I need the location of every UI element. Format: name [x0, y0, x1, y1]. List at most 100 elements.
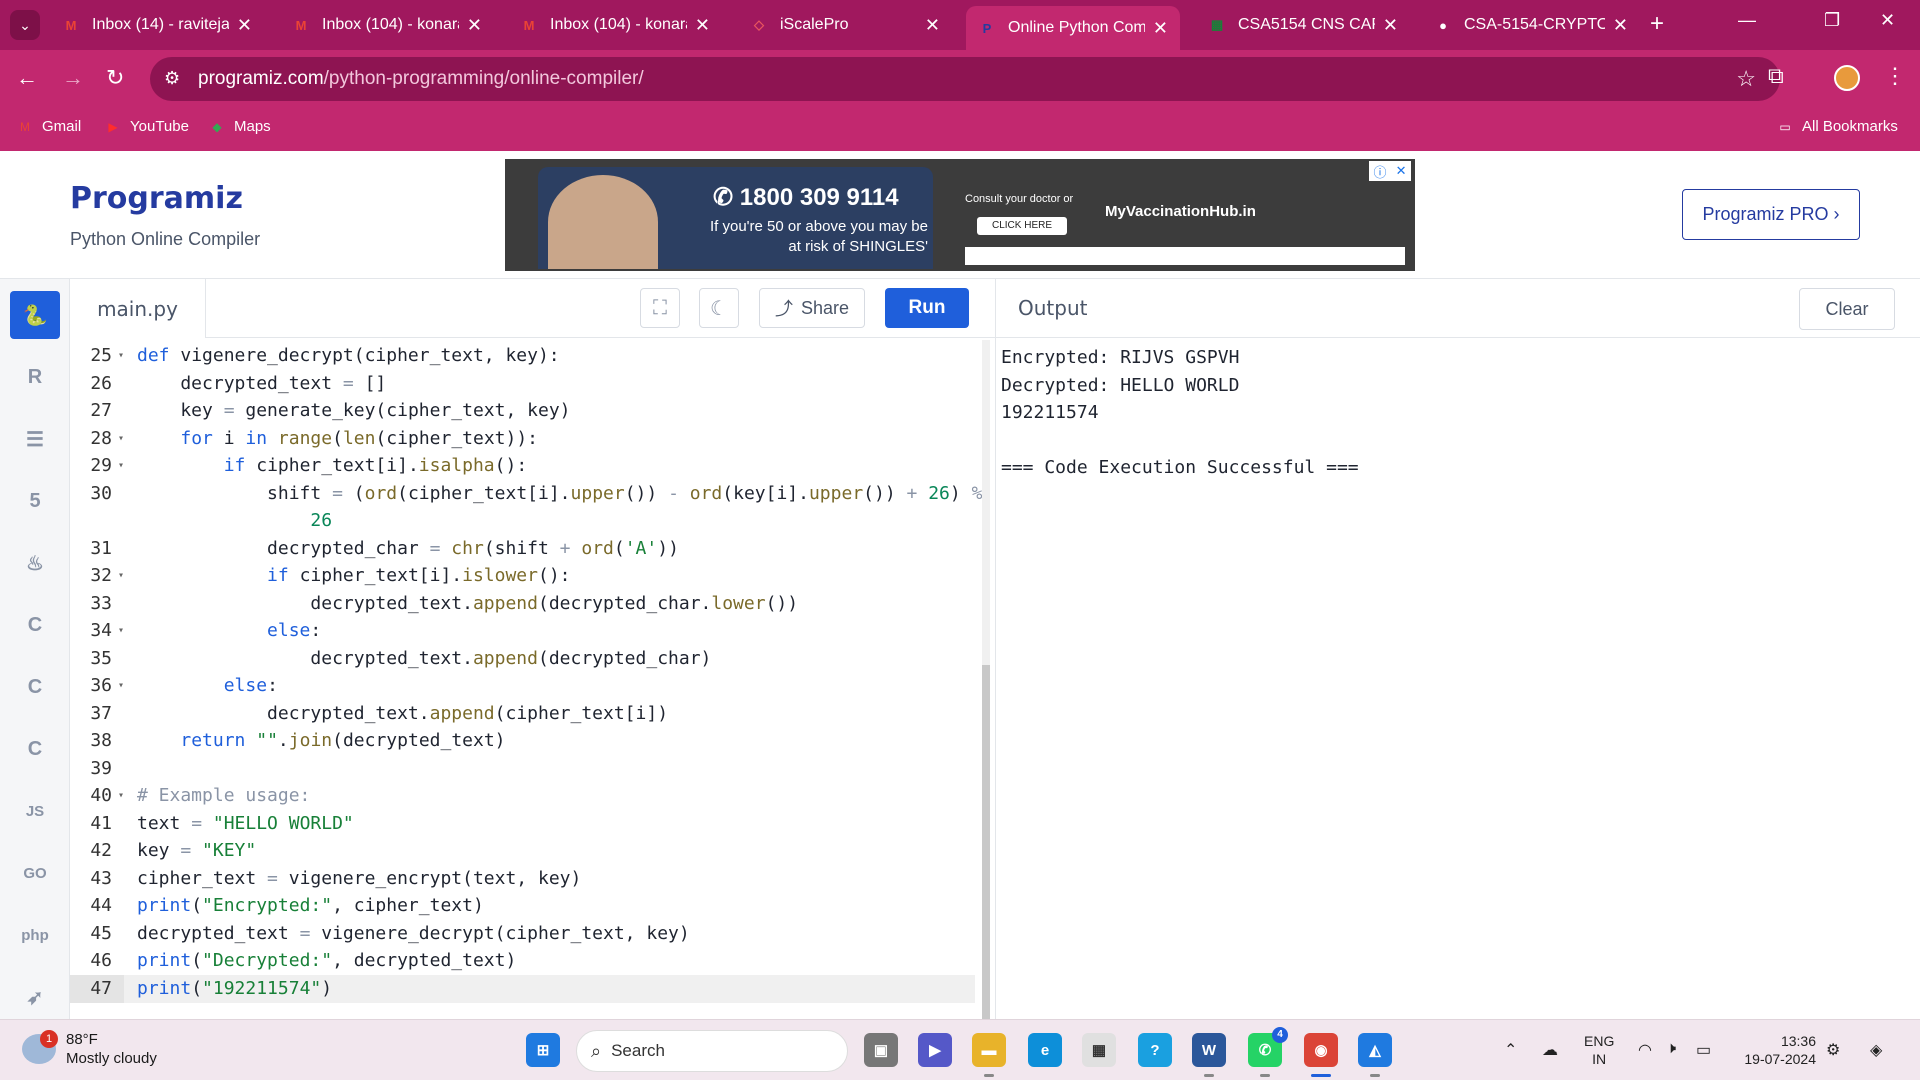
browser-tab[interactable]: ● CSA-5154-CRYPTOGI✕: [1422, 6, 1640, 44]
photos-icon[interactable]: ◭: [1358, 1033, 1392, 1077]
code-line[interactable]: 27 key = generate_key(cipher_text, key): [70, 397, 975, 425]
editor-scroll-thumb[interactable]: [982, 665, 990, 1019]
profile-avatar[interactable]: [1834, 65, 1860, 91]
battery-icon[interactable]: ▭: [1696, 1040, 1711, 1060]
fold-toggle-icon[interactable]: ▾: [118, 672, 124, 700]
code-line[interactable]: 31 decrypted_char = chr(shift + ord('A')…: [70, 535, 975, 563]
java-icon[interactable]: ♨: [10, 539, 60, 587]
code-line[interactable]: 33 decrypted_text.append(decrypted_char.…: [70, 590, 975, 618]
fold-toggle-icon[interactable]: ▾: [118, 425, 124, 453]
browser-tab[interactable]: ◇ iScalePro ✕: [738, 6, 952, 44]
tab-close-icon[interactable]: ✕: [229, 15, 252, 36]
notification-icon[interactable]: ⚙: [1826, 1040, 1840, 1060]
store-icon[interactable]: ▦: [1082, 1033, 1116, 1067]
code-editor[interactable]: 25 ▾ def vigenere_decrypt(cipher_text, key…: [70, 338, 995, 1019]
browser-tab[interactable]: ▦ CSA5154 CNS CAPST✕: [1196, 6, 1410, 44]
code-line[interactable]: 28 ▾ for i in range(len(cipher_text)):: [70, 425, 975, 453]
copilot-icon[interactable]: ◈: [1870, 1040, 1882, 1060]
bookmark-gmail[interactable]: M Gmail: [16, 118, 81, 135]
speaker-muted-icon[interactable]: 🕨: [1666, 1040, 1676, 1058]
python-icon[interactable]: 🐍: [10, 291, 60, 339]
dark-mode-button[interactable]: ☾: [699, 288, 739, 328]
code-line[interactable]: 30 shift = (ord(cipher_text[i].upper()) …: [70, 480, 982, 508]
code-line[interactable]: 40 ▾ # Example usage:: [70, 782, 975, 810]
fold-toggle-icon[interactable]: ▾: [118, 452, 124, 480]
help-icon[interactable]: ?: [1138, 1033, 1172, 1067]
task-view-icon[interactable]: ▣: [864, 1033, 898, 1067]
browser-tab[interactable]: M Inbox (104) - konarav ✕: [280, 6, 494, 44]
back-button[interactable]: ←: [16, 65, 38, 91]
code-line[interactable]: 25 ▾ def vigenere_decrypt(cipher_text, key…: [70, 342, 975, 370]
r-icon[interactable]: R: [10, 353, 60, 401]
tab-close-icon[interactable]: ✕: [1145, 18, 1168, 39]
html-icon[interactable]: 5: [10, 477, 60, 525]
restore-button[interactable]: ❐: [1824, 10, 1840, 31]
tab-close-icon[interactable]: ✕: [1605, 15, 1628, 36]
code-line[interactable]: 26: [70, 507, 975, 535]
ad-close-icon[interactable]: ✕: [1396, 163, 1407, 179]
csharp-icon[interactable]: C: [10, 725, 60, 773]
whatsapp-icon[interactable]: ✆ 4: [1248, 1027, 1288, 1077]
code-line[interactable]: 44 print("Encrypted:", cipher_text): [70, 892, 975, 920]
bookmark-youtube[interactable]: ▶ YouTube: [104, 118, 189, 135]
taskbar-search[interactable]: ⌕ Search: [576, 1030, 848, 1072]
browser-tab[interactable]: M Inbox (14) - ravitejaku✕: [50, 6, 264, 44]
cpp-icon[interactable]: C: [10, 663, 60, 711]
code-line[interactable]: 37 decrypted_text.append(cipher_text[i]): [70, 700, 975, 728]
language-indicator[interactable]: ENG IN: [1584, 1032, 1614, 1068]
ad-close-controls[interactable]: ⓘ ✕: [1369, 161, 1411, 181]
tray-overflow-icon[interactable]: ⌃: [1504, 1040, 1517, 1060]
weather-widget[interactable]: 1 88°F Mostly cloudy: [22, 1030, 157, 1068]
bookmark-maps[interactable]: ◆ Maps: [208, 118, 270, 135]
tab-close-icon[interactable]: ✕: [687, 15, 710, 36]
fold-toggle-icon[interactable]: ▾: [118, 562, 124, 590]
teams-icon[interactable]: ▶: [918, 1033, 952, 1067]
programiz-logo[interactable]: Programiz: [70, 181, 243, 216]
code-line[interactable]: 43 cipher_text = vigenere_encrypt(text, k…: [70, 865, 975, 893]
share-button[interactable]: ⤴ Share: [759, 288, 865, 328]
code-line[interactable]: 35 decrypted_text.append(decrypted_char): [70, 645, 975, 673]
tab-close-icon[interactable]: ✕: [1375, 15, 1398, 36]
code-line[interactable]: 34 ▾ else:: [70, 617, 975, 645]
extensions-icon[interactable]: ⧉: [1768, 63, 1784, 89]
fullscreen-button[interactable]: ⛶: [640, 288, 680, 328]
code-line[interactable]: 42 key = "KEY": [70, 837, 975, 865]
code-line[interactable]: 36 ▾ else:: [70, 672, 975, 700]
start-button[interactable]: ⊞: [526, 1033, 560, 1067]
tab-search-button[interactable]: ⌄: [10, 10, 40, 40]
all-bookmarks[interactable]: ▭ All Bookmarks: [1776, 118, 1898, 135]
reload-button[interactable]: ↻: [106, 65, 124, 91]
new-tab-button[interactable]: +: [1650, 10, 1664, 38]
tab-close-icon[interactable]: ✕: [917, 15, 940, 36]
edge-icon[interactable]: e: [1028, 1033, 1062, 1067]
code-line[interactable]: 32 ▾ if cipher_text[i].islower():: [70, 562, 975, 590]
forward-button[interactable]: →: [62, 65, 84, 91]
clock[interactable]: 13:36 19-07-2024: [1736, 1032, 1816, 1068]
code-line[interactable]: 45 decrypted_text = vigenere_decrypt(ciph…: [70, 920, 975, 948]
ad-info-icon[interactable]: ⓘ: [1374, 162, 1387, 181]
advertisement-banner[interactable]: ✆ 1800 309 9114 If you're 50 or above yo…: [505, 159, 1415, 271]
php-icon[interactable]: php: [10, 911, 60, 959]
go-icon[interactable]: GO: [10, 849, 60, 897]
sql-icon[interactable]: ☰: [10, 415, 60, 463]
swift-icon[interactable]: ➶: [10, 973, 60, 1021]
code-line[interactable]: 46 print("Decrypted:", decrypted_text): [70, 947, 975, 975]
fold-toggle-icon[interactable]: ▾: [118, 782, 124, 810]
file-tab-main[interactable]: main.py: [70, 279, 206, 338]
tab-close-icon[interactable]: ✕: [459, 15, 482, 36]
bookmark-star-icon[interactable]: ☆: [1736, 66, 1756, 92]
fold-toggle-icon[interactable]: ▾: [118, 617, 124, 645]
site-info-icon[interactable]: ⚙: [164, 68, 180, 89]
programiz-pro-button[interactable]: Programiz PRO ›: [1682, 189, 1860, 240]
browser-tab[interactable]: M Inbox (104) - konarav ✕: [508, 6, 722, 44]
browser-tab[interactable]: P Online Python Comp ✕: [966, 6, 1180, 50]
close-window-button[interactable]: ✕: [1880, 10, 1895, 31]
minimize-button[interactable]: —: [1738, 10, 1756, 31]
run-button[interactable]: Run: [885, 288, 969, 328]
code-line[interactable]: 41 text = "HELLO WORLD": [70, 810, 975, 838]
code-line[interactable]: 47 print("192211574"): [70, 974, 975, 1003]
wifi-icon[interactable]: ◠: [1638, 1040, 1652, 1060]
code-line[interactable]: 26 decrypted_text = []: [70, 370, 975, 398]
code-line[interactable]: 38 return "".join(decrypted_text): [70, 727, 975, 755]
address-bar[interactable]: ⚙ programiz.com/python-programming/onlin…: [150, 57, 1780, 101]
